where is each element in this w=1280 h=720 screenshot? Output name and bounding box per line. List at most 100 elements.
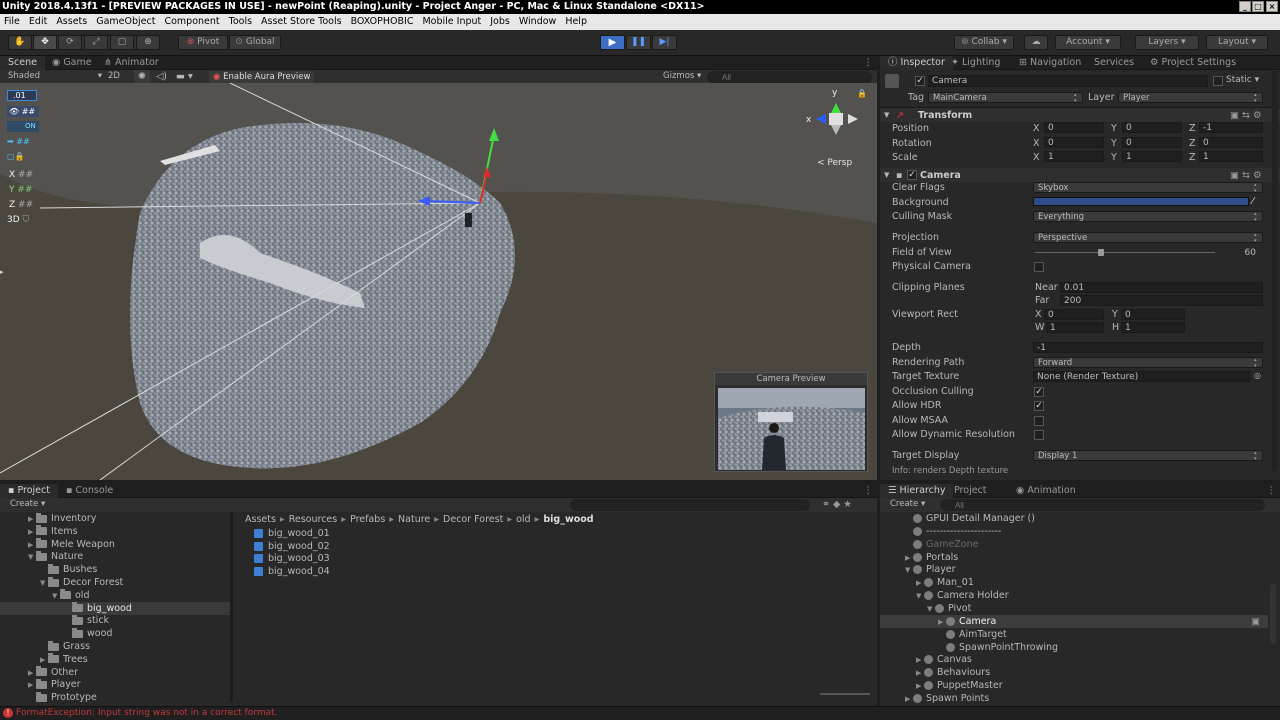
collab-dropdown[interactable]: ⊛ Collab ▾ — [954, 35, 1014, 50]
viewport-h-field[interactable]: 1 — [1121, 322, 1185, 333]
asset-item[interactable]: big_wood_04 — [254, 565, 330, 578]
component-menu-icon[interactable]: ▣ ⇆ ⚙ — [1230, 169, 1262, 182]
folder-tree-item[interactable]: ▼ old — [0, 589, 230, 602]
snap-move-toggle[interactable]: ➡ ## — [7, 136, 39, 147]
breadcrumb-item[interactable]: Prefabs — [350, 513, 385, 526]
allow-msaa-checkbox[interactable] — [1034, 416, 1044, 426]
active-checkbox[interactable]: ✓ — [915, 76, 925, 86]
filter-icons[interactable]: ⚭ ◆ ★ — [822, 498, 852, 511]
menu-item[interactable]: Assets — [52, 14, 92, 30]
camera-component-header[interactable]: ▼ ▪ ✓ Camera ▣ ⇆ ⚙ — [880, 168, 1280, 182]
gizmos-dropdown[interactable]: Gizmos ▾ — [663, 70, 701, 83]
3d-toggle[interactable]: 3D ⛉ — [7, 215, 29, 225]
perspective-label[interactable]: < Persp — [817, 158, 852, 168]
object-name-field[interactable]: Camera — [928, 75, 1208, 87]
tab-animation[interactable]: ◉ Animation — [1008, 484, 1084, 498]
transform-x-field[interactable]: 0 — [1044, 122, 1104, 133]
physical-camera-checkbox[interactable] — [1034, 262, 1044, 272]
hierarchy-item[interactable]: ▶ Portals — [880, 551, 1268, 564]
transform-z-field[interactable]: 1 — [1199, 151, 1263, 162]
asset-item[interactable]: big_wood_02 — [254, 540, 330, 553]
rect-tool-button[interactable]: ▢ — [110, 35, 134, 50]
fov-slider-handle[interactable] — [1098, 249, 1104, 256]
scene-view[interactable]: y x < Persp 🔒 .01 👁 ## ON ➡ ## ▢🔒 X ## Y… — [0, 83, 877, 480]
breadcrumb-item[interactable]: big_wood — [543, 513, 593, 526]
menu-item[interactable]: Edit — [25, 14, 52, 30]
allow-hdr-checkbox[interactable]: ✓ — [1034, 401, 1044, 411]
panel-menu-icon[interactable]: ⋮ — [1263, 484, 1280, 498]
folder-tree-item[interactable]: ▶ Player — [0, 678, 230, 691]
hierarchy-item[interactable]: ▶ Man_01 — [880, 576, 1268, 589]
hierarchy-item[interactable]: GameZone — [880, 538, 1268, 551]
hierarchy-item[interactable]: ▶ Camera ▣ — [880, 614, 1268, 628]
dynamic-resolution-checkbox[interactable] — [1034, 430, 1044, 440]
transform-y-field[interactable]: 1 — [1122, 151, 1182, 162]
culling-mask-dropdown[interactable]: Everything — [1033, 211, 1263, 223]
depth-field[interactable]: -1 — [1033, 342, 1263, 353]
transform-tool-button[interactable]: ⊕ — [136, 35, 160, 50]
menu-item[interactable]: Jobs — [486, 14, 515, 30]
create-dropdown[interactable]: Create ▾ — [10, 498, 45, 511]
tab-game[interactable]: ◉ Game — [44, 56, 100, 70]
hierarchy-item[interactable]: ▶ Spawn Points — [880, 692, 1268, 705]
aura-preview-toggle[interactable]: ◉ Enable Aura Preview — [209, 71, 315, 83]
tab-scene[interactable]: Scene — [0, 56, 45, 70]
background-color-swatch[interactable] — [1033, 197, 1249, 206]
menu-item[interactable]: File — [0, 14, 25, 30]
folder-tree-item[interactable]: Prototype — [0, 691, 230, 702]
step-button[interactable]: ▶| — [652, 35, 677, 50]
target-display-dropdown[interactable]: Display 1 — [1033, 450, 1263, 462]
transform-header[interactable]: ▼ ↗ Transform ▣ ⇆ ⚙ — [880, 108, 1280, 122]
zoom-slider[interactable] — [820, 693, 870, 695]
hierarchy-create-dropdown[interactable]: Create ▾ — [890, 498, 925, 511]
audio-toggle[interactable]: ◁) — [156, 70, 167, 83]
menu-item[interactable]: Help — [561, 14, 592, 30]
pause-button[interactable]: ❚❚ — [626, 35, 651, 50]
transform-y-field[interactable]: 0 — [1122, 136, 1182, 148]
static-checkbox[interactable] — [1213, 76, 1223, 86]
breadcrumb-item[interactable]: Decor Forest — [443, 513, 503, 526]
rotate-tool-button[interactable]: ⟳ — [58, 35, 82, 50]
tab-animator[interactable]: ⋔ Animator — [96, 56, 167, 70]
hierarchy-item[interactable]: ▶ Behaviours — [880, 666, 1268, 679]
transform-y-field[interactable]: 0 — [1122, 122, 1182, 133]
status-bar[interactable]: ! FormatException: Input string was not … — [0, 706, 1280, 720]
tab-project[interactable]: ▪ Project — [0, 484, 58, 498]
menu-item[interactable]: Window — [515, 14, 561, 30]
lock-icon[interactable]: 🔒 — [857, 89, 867, 98]
layout-dropdown[interactable]: Layout ▾ — [1206, 35, 1268, 50]
move-tool-button[interactable]: ✥ — [33, 35, 57, 50]
asset-item[interactable]: big_wood_03 — [254, 552, 330, 565]
tab-console[interactable]: ▪ Console — [58, 484, 121, 498]
hand-tool-button[interactable]: ✋ — [8, 35, 32, 50]
folder-tree-item[interactable]: ▶ Trees — [0, 653, 230, 666]
tab-project-secondary[interactable]: Project — [946, 484, 995, 498]
folder-tree-item[interactable]: wood — [0, 627, 230, 640]
camera-gizmo-icon[interactable]: ▣ — [1251, 615, 1260, 628]
tag-dropdown[interactable]: MainCamera — [928, 92, 1083, 104]
snap-lock-toggle[interactable]: ▢🔒 — [7, 151, 39, 162]
axis-y-toggle[interactable]: Y ## — [9, 185, 32, 195]
shading-dropdown[interactable]: Shaded ▾ — [8, 70, 102, 83]
tab-services[interactable]: Services — [1086, 56, 1142, 70]
effects-toggle[interactable]: ▬ ▾ — [176, 70, 193, 83]
occlusion-culling-checkbox[interactable]: ✓ — [1034, 387, 1044, 397]
close-button[interactable]: × — [1266, 1, 1278, 12]
folder-tree-item[interactable]: ▼ Decor Forest — [0, 576, 230, 589]
panel-menu-icon[interactable]: ⋮ — [860, 484, 878, 498]
visibility-toggle[interactable]: 👁 ## — [7, 106, 39, 117]
breadcrumb-item[interactable]: old — [516, 513, 530, 526]
lighting-toggle[interactable]: ✺ — [134, 70, 150, 83]
far-field[interactable]: 200 — [1060, 295, 1263, 306]
layer-dropdown[interactable]: Player — [1118, 92, 1263, 104]
snap-value-field[interactable]: .01 — [7, 90, 37, 101]
2d-toggle[interactable]: 2D — [108, 70, 120, 83]
account-dropdown[interactable]: Account ▾ — [1055, 35, 1121, 50]
breadcrumb-item[interactable]: Resources — [289, 513, 338, 526]
hierarchy-item[interactable]: ---------------------- — [880, 525, 1268, 538]
folder-tree-item[interactable]: ▶ Inventory — [0, 512, 230, 525]
hierarchy-item[interactable]: ▶ PuppetMaster — [880, 679, 1268, 692]
eyedropper-icon[interactable]: ⁄ — [1252, 195, 1254, 208]
tab-navigation[interactable]: ⊞ Navigation — [1011, 56, 1089, 70]
viewport-y-field[interactable]: 0 — [1121, 309, 1185, 320]
